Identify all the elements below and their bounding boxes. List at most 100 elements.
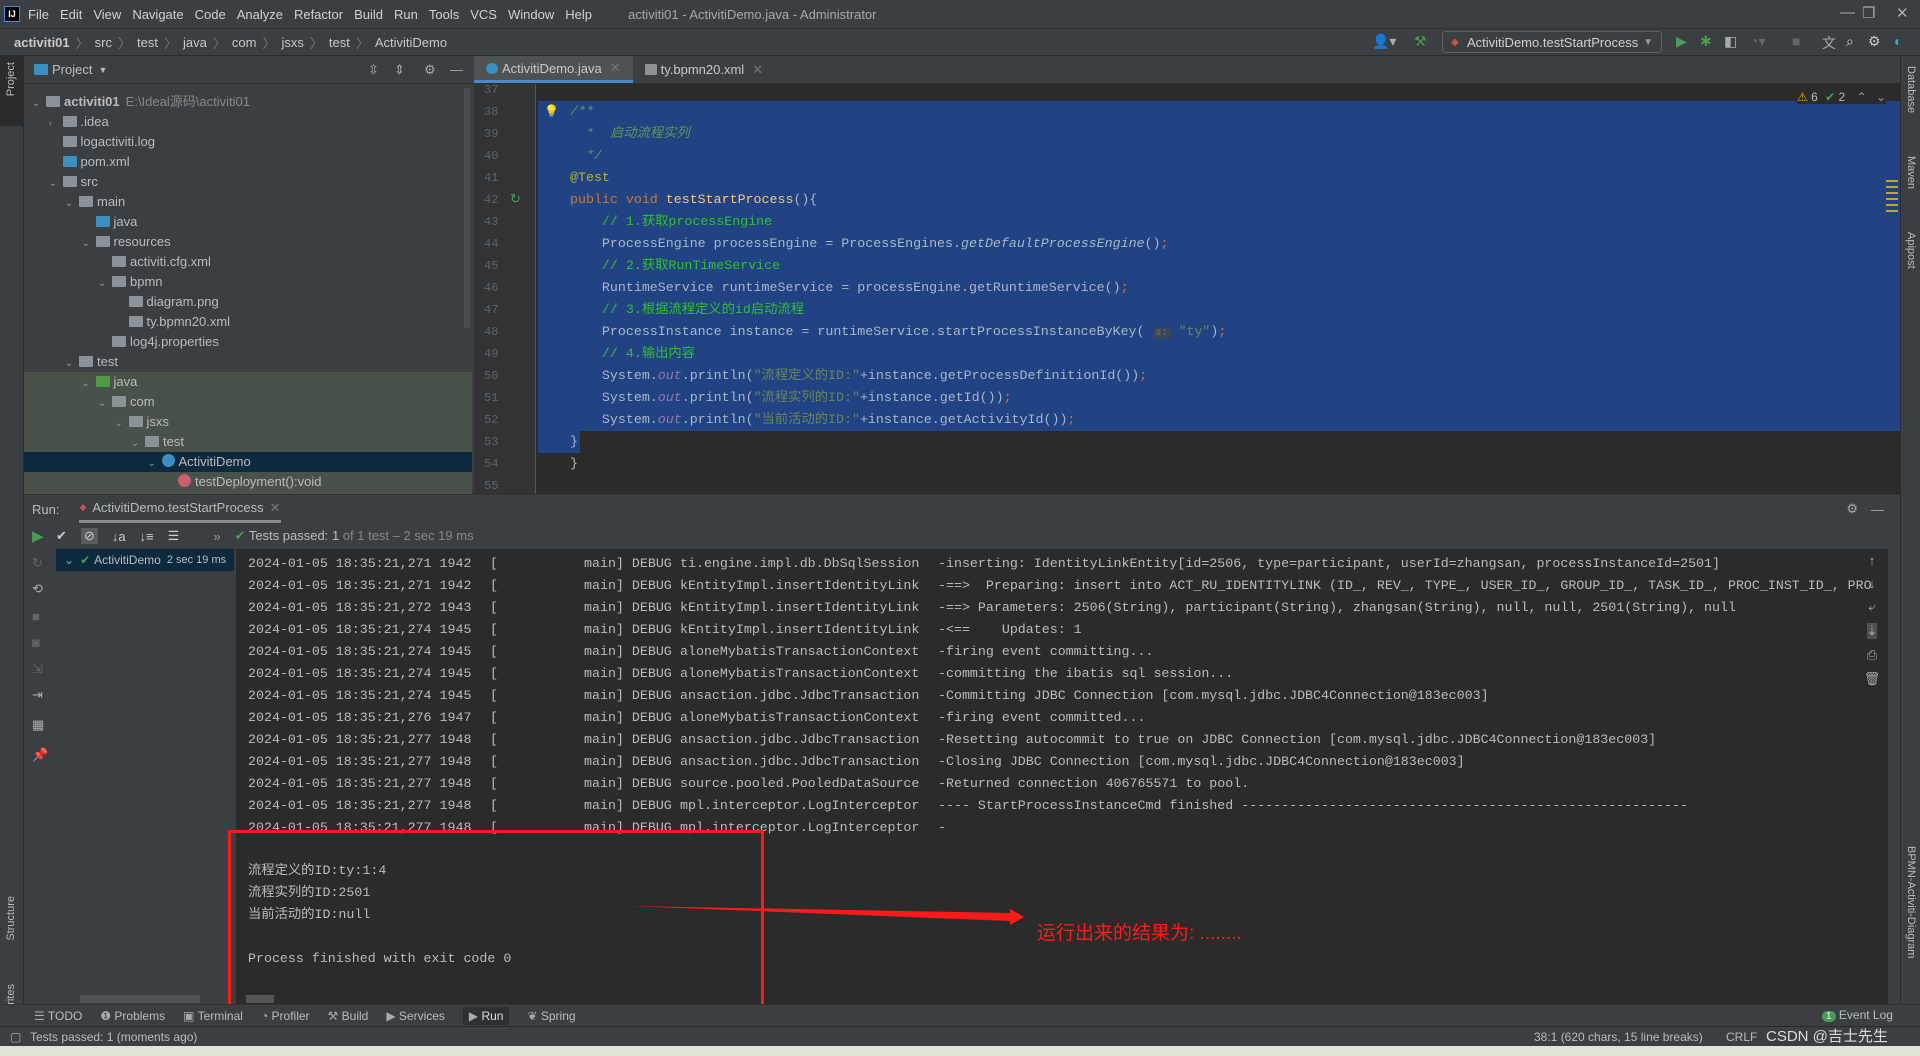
chevron-down-icon[interactable]: ▼	[98, 65, 107, 75]
code-line[interactable]: }	[570, 453, 578, 475]
tool-tab-build[interactable]: ⚒ Build	[328, 1009, 369, 1023]
error-stripe-mark[interactable]	[1886, 192, 1898, 194]
pin-icon[interactable]: 📌	[32, 747, 48, 763]
event-log-button[interactable]: 1 Event Log	[1822, 1008, 1893, 1022]
error-stripe-mark[interactable]	[1886, 210, 1898, 212]
tree-item[interactable]: ⌄ test	[24, 432, 472, 452]
profile-icon[interactable]: ◔▾	[1750, 33, 1765, 50]
rerun-icon[interactable]: ▶	[32, 527, 44, 545]
code-line[interactable]: System.out.println("当前活动的ID:"+instance.g…	[570, 409, 1076, 431]
close-button[interactable]: ✕	[1896, 4, 1909, 22]
user-icon[interactable]: 👤▾	[1372, 33, 1396, 50]
menu-refactor[interactable]: Refactor	[294, 7, 343, 22]
tree-item[interactable]: ⌄ test	[24, 352, 472, 372]
tree-item[interactable]: testDeployment():void	[24, 472, 472, 492]
tree-item[interactable]: ⌄ src	[24, 172, 472, 192]
close-icon[interactable]: ✕	[610, 60, 621, 76]
breadcrumb-item[interactable]: test	[329, 35, 350, 50]
run-test-gutter-icon[interactable]: ↻	[510, 191, 521, 207]
menu-file[interactable]: File	[28, 7, 49, 22]
tool-tab-run[interactable]: ▶ Run	[462, 1006, 510, 1025]
scrollbar[interactable]	[464, 88, 470, 328]
tool-tab-profiler[interactable]: ◔ Profiler	[261, 1009, 310, 1023]
tree-item[interactable]: ⌄ jsxs	[24, 412, 472, 432]
line-separator[interactable]: CRLF	[1726, 1027, 1757, 1047]
coverage-icon[interactable]: ◧	[1724, 33, 1737, 50]
plugin-icon[interactable]: ◐	[1894, 33, 1902, 49]
show-ignored-icon[interactable]: ⊘	[80, 528, 98, 544]
hide-icon[interactable]: —	[1871, 502, 1884, 517]
breadcrumb-item[interactable]: activiti01	[14, 35, 70, 50]
scrollbar[interactable]	[80, 995, 200, 1003]
trash-icon[interactable]: 🗑	[1864, 671, 1881, 687]
bpmn-diagram-tool-button[interactable]: BPMN-Activiti-Diagram	[1905, 846, 1917, 958]
menu-code[interactable]: Code	[195, 7, 226, 22]
breadcrumb-item[interactable]: ActivitiDemo	[375, 35, 447, 50]
menu-vcs[interactable]: VCS	[470, 7, 497, 22]
menu-edit[interactable]: Edit	[60, 7, 82, 22]
code-line[interactable]: // 3.根据流程定义的id启动流程	[570, 299, 804, 321]
chevron-down-icon[interactable]: ⌄	[148, 454, 162, 474]
error-stripe-mark[interactable]	[1886, 186, 1898, 188]
code-line[interactable]: System.out.println("流程定义的ID:"+instance.g…	[570, 365, 1147, 387]
tool-tab-terminal[interactable]: ▣ Terminal	[183, 1009, 243, 1023]
code-line[interactable]: RuntimeService runtimeService = processE…	[570, 277, 1129, 299]
code-line[interactable]: public void testStartProcess(){	[570, 189, 817, 211]
error-stripe-mark[interactable]	[1886, 180, 1898, 182]
code-editor[interactable]: ActivitiDemo.java ✕ ty.bpmn20.xml ✕ 37 38 /**…	[474, 56, 1900, 494]
gear-icon[interactable]: ⚙	[1868, 33, 1881, 50]
close-icon[interactable]: ✕	[752, 62, 763, 78]
menu-window[interactable]: Window	[508, 7, 554, 22]
tree-item[interactable]: ⌄ resources	[24, 232, 472, 252]
import-icon[interactable]: ⇥	[32, 687, 43, 703]
gear-icon[interactable]: ⚙	[1846, 501, 1858, 517]
tree-item[interactable]: ⌄ bpmn	[24, 272, 472, 292]
breadcrumb-item[interactable]: test	[137, 35, 158, 50]
chevron-up-icon[interactable]: ⌃	[1857, 90, 1867, 104]
run-icon[interactable]: ▶	[1676, 33, 1687, 50]
tree-item[interactable]: diagram.png	[24, 292, 472, 312]
menu-navigate[interactable]: Navigate	[132, 7, 183, 22]
tree-item[interactable]: activiti.cfg.xml	[24, 252, 472, 272]
stop-icon[interactable]: ■	[1792, 33, 1800, 49]
run-tab[interactable]: ◆ ActivitiDemo.testStartProcess ✕	[79, 495, 281, 523]
chevron-down-icon[interactable]: ⌄	[131, 434, 145, 454]
menu-help[interactable]: Help	[565, 7, 592, 22]
code-line[interactable]: * 启动流程实列	[570, 123, 690, 145]
chevron-down-icon[interactable]: ⌄	[1876, 90, 1886, 104]
tool-tab-services[interactable]: ▶ Services	[386, 1009, 445, 1023]
stop-icon[interactable]: ■	[32, 609, 40, 624]
tool-tab-spring[interactable]: ❦ Spring	[527, 1009, 575, 1023]
layout-icon[interactable]: ▦	[32, 717, 44, 733]
expand-all-icon[interactable]: ⇳	[368, 62, 379, 78]
code-line[interactable]: ProcessEngine processEngine = ProcessEng…	[570, 233, 1169, 255]
database-tool-button[interactable]: Database	[1905, 66, 1917, 113]
menu-run[interactable]: Run	[394, 7, 418, 22]
scroll-up-icon[interactable]: ↑	[1869, 553, 1876, 568]
chevron-down-icon[interactable]: ⌄	[115, 414, 129, 434]
menu-view[interactable]: View	[93, 7, 121, 22]
editor-tab[interactable]: ActivitiDemo.java ✕	[474, 56, 633, 83]
maven-tool-button[interactable]: Maven	[1905, 156, 1917, 189]
chevron-down-icon[interactable]: ⌄	[65, 194, 79, 214]
code-line[interactable]: // 1.获取processEngine	[570, 211, 772, 233]
tree-item[interactable]: ty.bpmn20.xml	[24, 312, 472, 332]
chevron-down-icon[interactable]: ⌄	[98, 394, 112, 414]
breadcrumb-item[interactable]: jsxs	[281, 35, 303, 50]
close-icon[interactable]: ✕	[270, 500, 281, 516]
inspection-widget[interactable]: ⚠ 6 ✔ 2 ⌃ ⌄	[1796, 90, 1886, 104]
breadcrumb-item[interactable]: src	[95, 35, 112, 50]
code-line[interactable]: System.out.println("流程实列的ID:"+instance.g…	[570, 387, 1012, 409]
run-configuration-select[interactable]: ◆ ActivitiDemo.testStartProcess ▼	[1442, 31, 1662, 53]
chevron-down-icon[interactable]: ⌄	[98, 274, 112, 294]
menu-tools[interactable]: Tools	[429, 7, 459, 22]
apipost-tool-button[interactable]: Apipost	[1905, 232, 1917, 269]
code-line[interactable]: // 4.输出内容	[570, 343, 695, 365]
more-icon[interactable]: »	[213, 529, 220, 544]
expand-icon[interactable]: ☰	[168, 528, 180, 544]
tree-item[interactable]: pom.xml	[24, 152, 472, 172]
sort-duration-icon[interactable]: ↓≡	[140, 529, 154, 544]
chevron-down-icon[interactable]: ⌄	[65, 354, 79, 374]
chevron-down-icon[interactable]: ⌄	[82, 234, 96, 254]
tree-item[interactable]: log4j.properties	[24, 332, 472, 352]
